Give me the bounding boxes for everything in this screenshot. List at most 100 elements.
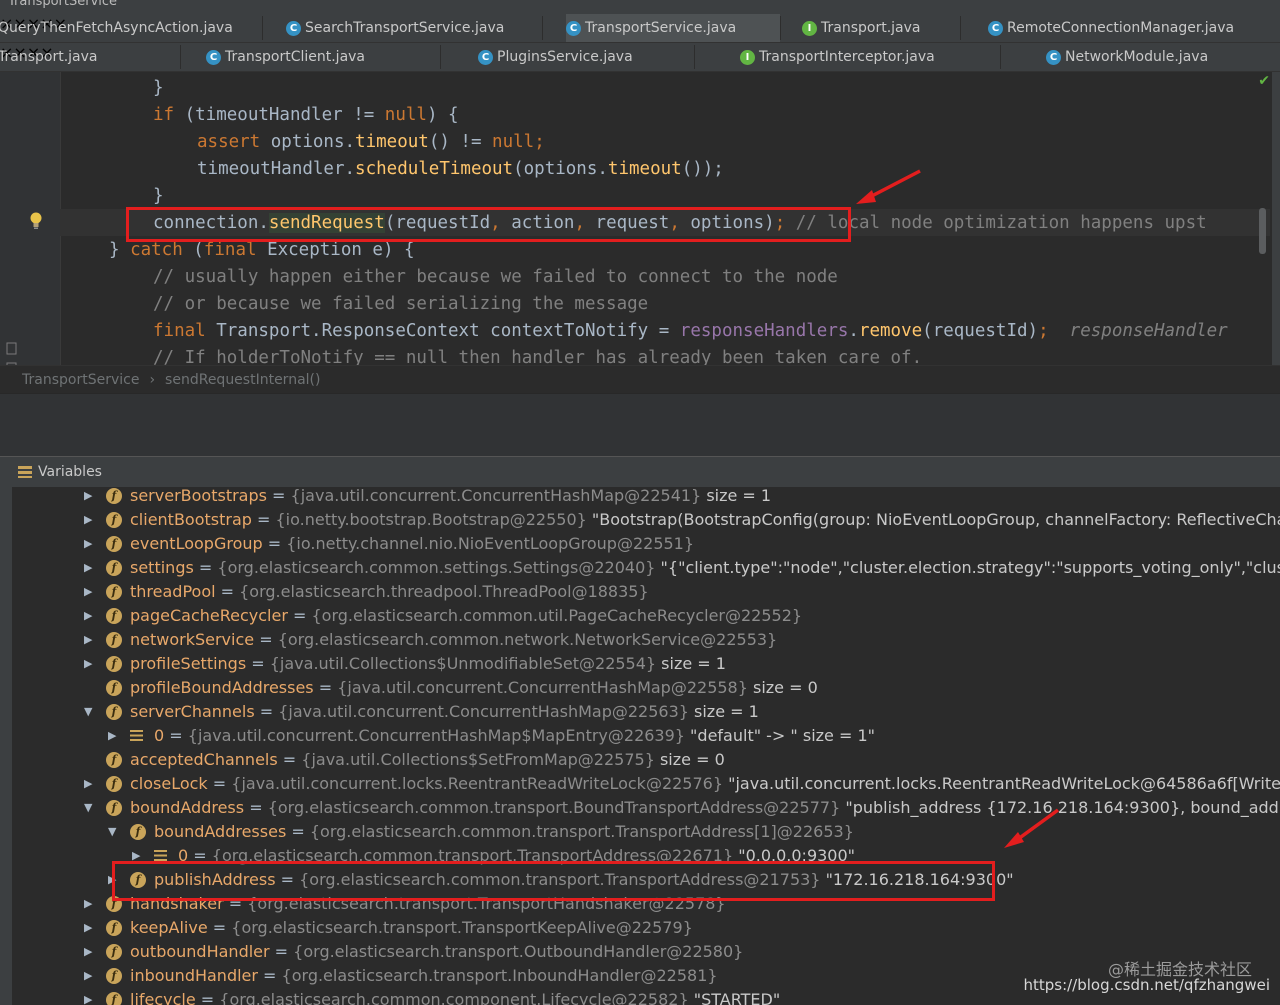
variable-row[interactable]: f profileBoundAddresses = {java.util.conc… [12,676,1280,700]
variable-name: serverBootstraps [130,487,267,505]
expand-arrow-down-icon[interactable]: ▼ [84,700,92,724]
tab-transportinterceptor-java[interactable]: I TransportInterceptor.java [740,43,1000,71]
class-icon: C [286,20,301,36]
variable-name: keepAlive [130,918,208,937]
tab-label: SearchTransportService.java [305,20,505,36]
variable-row[interactable]: ▶ f pageCacheRecycler = {org.elasticsearch… [12,604,1280,628]
tab-separator [440,45,441,69]
variable-row[interactable]: ▶ f closeLock = {java.util.concurrent.lock… [12,772,1280,796]
breadcrumb-class[interactable]: TransportService [22,372,139,388]
variable-row[interactable]: ▶ f eventLoopGroup = {io.netty.channel.nio… [12,532,1280,556]
variable-row[interactable]: ▶ f clientBootstrap = {io.netty.bootstrap.… [12,508,1280,532]
expand-arrow-right-icon[interactable]: ▶ [84,532,92,556]
checkmark-icon: ✔ [1258,73,1270,89]
tab-remoteconnectionmanager-java[interactable]: C RemoteConnectionManager.java [988,14,1268,42]
field-icon: f [106,536,122,552]
breadcrumb-method[interactable]: sendRequestInternal() [165,372,320,388]
red-arrow-icon [1004,808,1060,848]
class-icon: C [1046,49,1061,65]
variable-equals: = [207,918,232,937]
editor-scrollbar[interactable] [1259,208,1266,254]
variable-row[interactable]: ▶ f settings = {org.elasticsearch.common.s… [12,556,1280,580]
expand-arrow-right-icon[interactable]: ▶ [84,487,92,508]
variable-name: profileSettings [130,654,247,673]
variable-row[interactable]: f acceptedChannels = {java.util.Collectio… [12,748,1280,772]
expand-arrow-right-icon[interactable]: ▶ [84,556,92,580]
window-title: TransportService [8,0,118,9]
expand-arrow-right-icon[interactable]: ▶ [84,604,92,628]
expand-arrow-right-icon[interactable]: ▶ [84,508,92,532]
tab-transport-java[interactable]: I Transport.java [802,14,960,42]
expand-arrow-right-icon[interactable]: ▶ [84,628,92,652]
tab-networkmodule-java[interactable]: C NetworkModule.java [1046,43,1246,71]
array-element-icon [130,730,143,741]
lightbulb-icon[interactable] [29,212,43,230]
expand-arrow-right-icon[interactable]: ▶ [84,652,92,676]
expand-arrow-right-icon[interactable]: ▶ [84,988,92,1005]
variables-tree[interactable]: ▶ f serverBootstraps = {java.util.concurre… [12,487,1280,1005]
variable-row[interactable]: ▶ f keepAlive = {org.elasticsearch.transpo… [12,916,1280,940]
variable-type: {org.elasticsearch.common.settings.Setti… [217,558,656,577]
expand-arrow-right-icon[interactable]: ▶ [84,940,92,964]
variable-row[interactable]: ▶ f outboundHandler = {org.elasticsearch.t… [12,940,1280,964]
panel-divider[interactable] [0,393,1280,456]
code-line: // If holderToNotify == null then handle… [153,348,923,365]
variable-type: {org.elasticsearch.transport.TransportKe… [231,918,693,937]
variable-row[interactable]: ▼ f boundAddress = {org.elasticsearch.comm… [12,796,1280,820]
variable-type: {java.util.concurrent.ConcurrentHashMap@… [337,678,748,697]
variable-row[interactable]: ▶ f threadPool = {org.elasticsearch.thread… [12,580,1280,604]
tab-label: TransportService.java [585,20,737,36]
editor-error-stripe [1272,72,1280,365]
variable-equals: = [287,606,312,625]
variable-text: boundAddress = {org.elasticsearch.common… [130,796,1280,820]
variable-row[interactable]: ▼ f boundAddresses = {org.elasticsearch.co… [12,820,1280,844]
tab-searchtransportservice-java[interactable]: C SearchTransportService.java [286,14,542,42]
fold-marker-icon[interactable] [6,342,18,356]
variable-equals: = [251,510,276,529]
tab-separator [780,16,781,40]
tab-pluginsservice-java[interactable]: C PluginsService.java [478,43,690,71]
variable-equals: = [246,654,270,673]
variable-row[interactable]: ▶ f profileSettings = {java.util.Collectio… [12,652,1280,676]
tab-transport-java[interactable]: Transport.java [0,43,178,71]
variable-row[interactable]: ▶ f serverBootstraps = {java.util.concurre… [12,487,1280,508]
expand-arrow-right-icon[interactable]: ▶ [84,916,92,940]
variable-text: acceptedChannels = {java.util.Collection… [130,748,725,772]
variable-type: {org.elasticsearch.transport.InboundHand… [281,966,718,985]
expand-arrow-down-icon[interactable]: ▼ [108,820,116,844]
code-line: // or because we failed serializing the … [153,294,649,314]
tab-querythenfetchasyncaction-java[interactable]: QueryThenFetchAsyncAction.java [0,14,258,42]
code-line: // usually happen either because we fail… [153,267,838,287]
tab-transportclient-java[interactable]: C TransportClient.java [206,43,416,71]
variable-name: eventLoopGroup [130,534,263,553]
variable-name: outboundHandler [130,942,270,961]
variables-panel-title: Variables [38,464,102,480]
expand-arrow-right-icon[interactable]: ▶ [84,892,92,916]
field-icon: f [106,920,122,936]
variable-row[interactable]: ▶ 0 = {java.util.concurrent.ConcurrentHas… [12,724,1280,748]
field-icon: f [106,608,122,624]
variable-equals: = [286,822,310,841]
breadcrumb-separator: › [149,372,156,388]
tab-label: Transport.java [821,20,921,36]
variable-equals: = [207,774,232,793]
tab-label: TransportClient.java [225,49,366,65]
variable-text: outboundHandler = {org.elasticsearch.tra… [130,940,743,964]
expand-arrow-right-icon[interactable]: ▶ [84,772,92,796]
interface-icon: I [802,20,817,36]
array-element-icon [154,850,167,861]
expand-arrow-right-icon[interactable]: ▶ [84,964,92,988]
expand-arrow-right-icon[interactable]: ▶ [84,580,92,604]
variable-value: "java.util.concurrent.locks.ReentrantRea… [723,774,1280,793]
variable-row[interactable]: ▶ f networkService = {org.elasticsearch.co… [12,628,1280,652]
tab-transportservice-java[interactable]: C TransportService.java [566,14,780,42]
watermark-url: https://blog.csdn.net/qfzhangwei [1023,976,1270,994]
variable-row[interactable]: ▼ f serverChannels = {java.util.concurrent… [12,700,1280,724]
expand-arrow-down-icon[interactable]: ▼ [84,796,92,820]
variable-text: serverChannels = {java.util.concurrent.C… [130,700,759,724]
tab-separator [542,16,543,40]
expand-arrow-right-icon[interactable]: ▶ [108,724,116,748]
variable-text: keepAlive = {org.elasticsearch.transport… [130,916,693,940]
variable-text: pageCacheRecycler = {org.elasticsearch.c… [130,604,802,628]
variable-type: {org.elasticsearch.threadpool.ThreadPool… [239,582,649,601]
